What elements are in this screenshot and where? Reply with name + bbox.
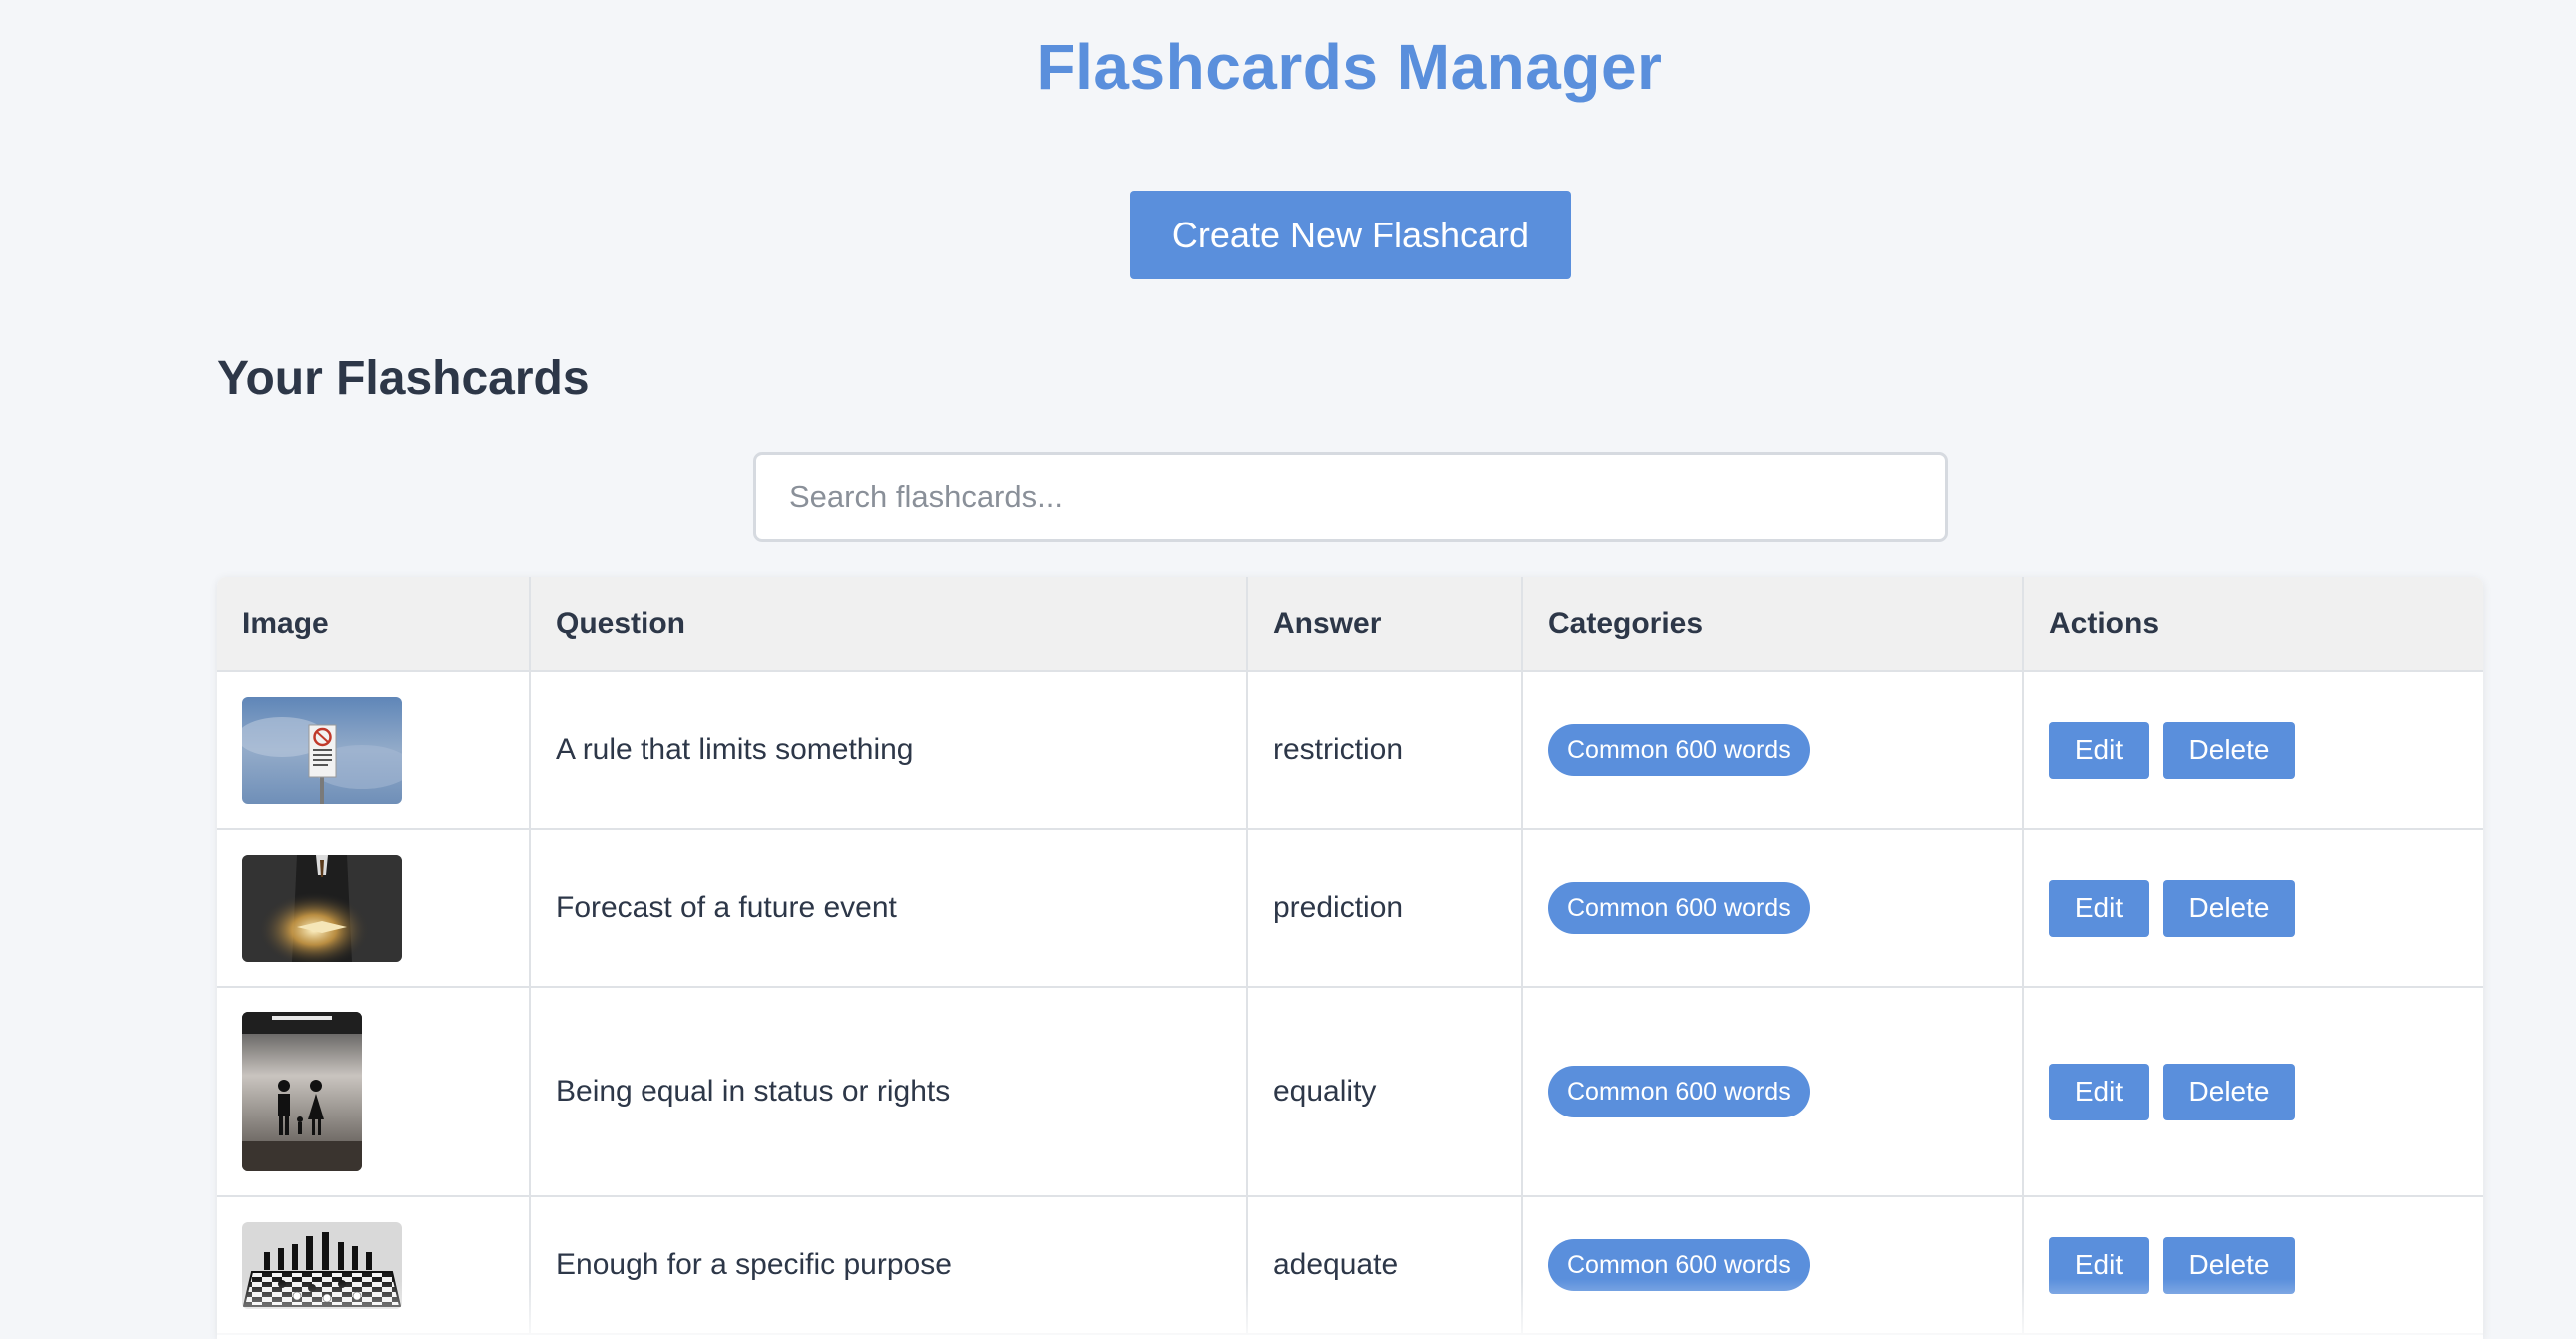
edit-button[interactable]: Edit [2049,879,2149,937]
section-title: Your Flashcards [217,352,590,405]
image-cell [217,1195,531,1335]
table-row: A rule that limits something restriction… [217,670,2483,830]
search-input[interactable] [753,452,1948,542]
category-badge: Common 600 words [1548,724,1810,776]
man-with-glowing-book-image [242,854,402,962]
table-row: Being equal in status or rights equality… [217,986,2483,1197]
edit-button[interactable]: Edit [2049,1236,2149,1294]
categories-cell: Common 600 words [1521,828,2024,988]
categories-cell: Common 600 words [1521,1195,2024,1335]
category-badge: Common 600 words [1548,1066,1810,1117]
flashcards-table-container: Image Question Answer Categories Actions [217,577,2483,1339]
edit-button[interactable]: Edit [2049,721,2149,779]
table-header-row: Image Question Answer Categories Actions [217,577,2483,672]
question-cell: A rule that limits something [529,670,1248,830]
edit-button[interactable]: Edit [2049,1063,2149,1120]
answer-cell: equality [1246,986,1523,1197]
column-header-categories: Categories [1521,577,2024,672]
image-cell [217,828,531,988]
categories-cell: Common 600 words [1521,670,2024,830]
delete-button[interactable]: Delete [2163,1063,2295,1120]
image-cell [217,986,531,1197]
categories-cell: Common 600 words [1521,986,2024,1197]
no-parking-sign-image [242,696,402,804]
actions-cell: Edit Delete [2022,670,2483,830]
actions-cell: Edit Delete [2022,986,2483,1197]
answer-cell: prediction [1246,828,1523,988]
delete-button[interactable]: Delete [2163,879,2295,937]
create-flashcard-button[interactable]: Create New Flashcard [1130,191,1571,279]
column-header-actions: Actions [2022,577,2483,672]
category-badge: Common 600 words [1548,882,1810,934]
answer-cell: adequate [1246,1195,1523,1335]
flashcards-table: Image Question Answer Categories Actions [217,577,2483,1335]
category-badge: Common 600 words [1548,1239,1810,1291]
table-row: Enough for a specific purpose adequate C… [217,1195,2483,1335]
answer-cell: restriction [1246,670,1523,830]
image-cell [217,670,531,830]
question-cell: Enough for a specific purpose [529,1195,1248,1335]
actions-cell: Edit Delete [2022,1195,2483,1335]
column-header-question: Question [529,577,1248,672]
column-header-answer: Answer [1246,577,1523,672]
page-title: Flashcards Manager [1036,31,1663,103]
chess-board-image [242,1221,402,1309]
delete-button[interactable]: Delete [2163,1236,2295,1294]
question-cell: Being equal in status or rights [529,986,1248,1197]
table-row: Forecast of a future event prediction Co… [217,828,2483,988]
actions-cell: Edit Delete [2022,828,2483,988]
man-woman-restroom-sign-image [242,1012,362,1171]
column-header-image: Image [217,577,531,672]
question-cell: Forecast of a future event [529,828,1248,988]
delete-button[interactable]: Delete [2163,721,2295,779]
